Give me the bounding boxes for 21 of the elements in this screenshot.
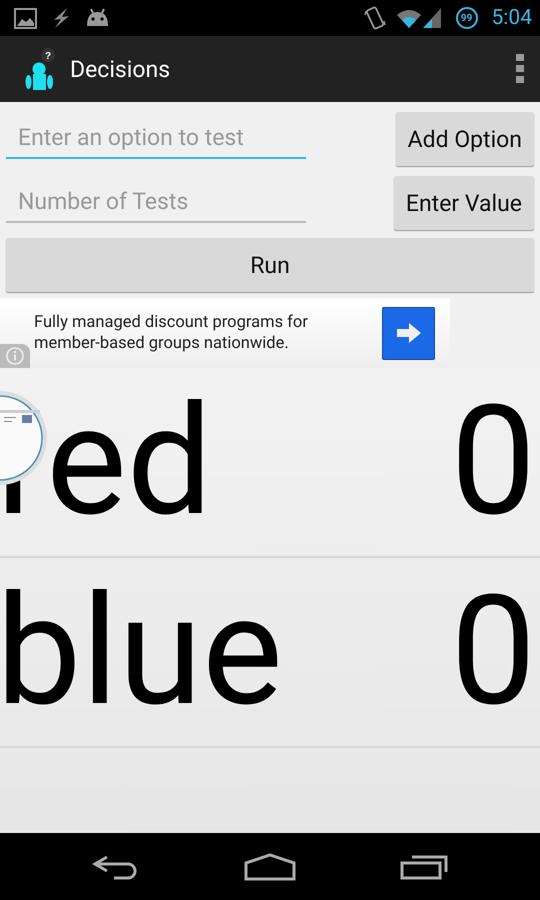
overflow-menu-icon[interactable]	[516, 54, 524, 84]
option-count: 0	[450, 576, 536, 728]
notification-badge: 99	[456, 7, 478, 29]
image-icon	[14, 8, 37, 28]
run-button[interactable]: Run	[6, 238, 534, 292]
vibrate-icon	[364, 5, 386, 31]
text-field[interactable]: Enter an option to test	[6, 120, 306, 158]
text-field[interactable]: Number of Tests	[6, 184, 306, 222]
recent-apps-icon[interactable]	[400, 854, 448, 880]
clock: 5:04	[492, 6, 532, 30]
android-icon	[85, 8, 110, 28]
ad-text: Fully managed discount programs for member-based groups nationwide.	[34, 312, 309, 354]
option-name: blue	[0, 576, 283, 728]
home-icon[interactable]	[244, 852, 296, 880]
ad-arrow-button[interactable]	[382, 306, 435, 360]
arrow-icon	[396, 322, 422, 344]
action-button[interactable]: Enter Value	[394, 176, 534, 230]
signal-icon	[396, 7, 442, 29]
app-title: Decisions	[70, 56, 172, 82]
option-count: 0	[450, 386, 536, 538]
action-button[interactable]: Add Option	[396, 112, 534, 166]
